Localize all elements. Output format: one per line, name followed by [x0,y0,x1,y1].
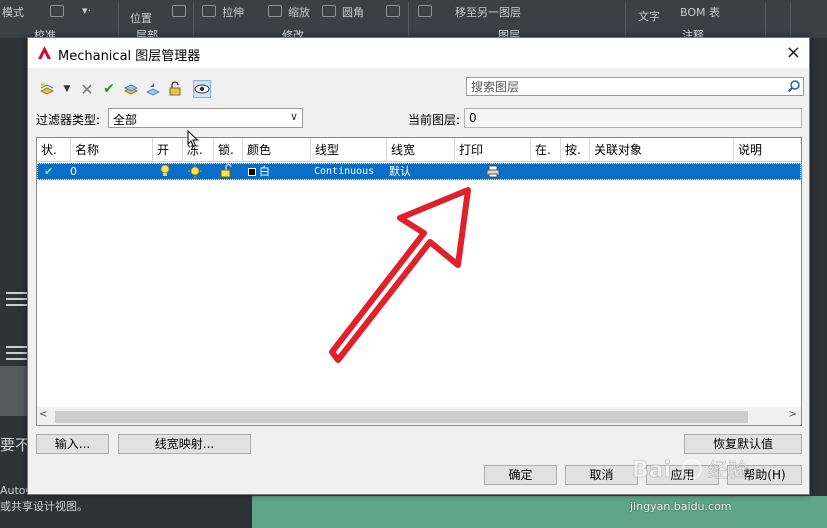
horizontal-scrollbar[interactable]: < > [37,407,801,425]
panel-text: 或共享设计视图。 [0,500,88,513]
layer-state-icon[interactable] [122,80,140,98]
ribbon-icon[interactable] [50,5,64,17]
table-header: 状. 名称 开 冻. 锁. 颜色 线型 线宽 打印 在. 按. 关联对象 说明 [37,138,801,162]
mouse-cursor-icon [187,130,199,148]
filter-type-dropdown[interactable]: 全部 ∨ [108,108,303,128]
ok-button[interactable]: 确定 [484,465,557,485]
drawing-area [252,496,827,528]
search-layers-field[interactable] [466,77,804,96]
filter-type-value: 全部 [113,113,138,127]
search-icon[interactable] [787,79,801,93]
scroll-left-icon[interactable]: < [39,409,47,420]
sun-thawed-icon[interactable] [188,164,202,179]
close-button[interactable]: × [786,42,801,63]
column-header-associated-objects[interactable]: 关联对象 [590,138,734,162]
baidu-watermark-icon: Bai 经验 [632,458,748,483]
ribbon-item-mode[interactable]: 模式 [2,4,24,20]
chevron-down-icon[interactable]: ▼ [58,80,76,98]
current-layer-value: 0 [469,111,477,125]
ribbon-item-scale[interactable]: 缩放 [288,4,310,20]
restore-defaults-button[interactable]: 恢复默认值 [684,434,802,454]
list-icon[interactable] [6,346,28,348]
cancel-button[interactable]: 取消 [565,465,638,485]
lock-layer-icon[interactable] [166,80,184,98]
unlocked-icon[interactable] [219,163,233,179]
delete-layer-icon[interactable]: ✕ [78,80,96,99]
layer-color-name[interactable]: 白 [259,164,270,179]
status-current-icon: ✔ [44,165,54,178]
column-header-name[interactable]: 名称 [71,138,153,162]
current-layer-field: 0 [464,108,802,128]
filter-type-label: 过滤器类型: [36,113,101,127]
ribbon-item-stretch[interactable]: 拉伸 [222,4,244,20]
svg-text:经验: 经验 [708,458,748,482]
import-button[interactable]: 输入... [36,434,109,454]
panel-text: 要不 [0,436,31,454]
lightbulb-on-icon[interactable] [160,164,170,179]
search-input[interactable] [467,78,777,95]
ribbon-item-position[interactable]: 位置 [130,10,152,26]
column-header-plot[interactable]: 打印 [455,138,531,162]
layer-manager-dialog: Mechanical 图层管理器 × ▼ ✕ ✔ 过滤器类型: 全部 ∨ 当前图… [27,37,810,495]
ribbon-item-fillet[interactable]: 圆角 [342,4,364,20]
column-header-lock[interactable]: 锁. [214,138,243,162]
panel-handle[interactable] [0,366,28,416]
column-header-lineweight[interactable]: 线宽 [387,138,455,162]
chevron-down-icon[interactable]: ∨ [290,110,298,123]
layer-table: 状. 名称 开 冻. 锁. 颜色 线型 线宽 打印 在. 按. 关联对象 说明 … [36,137,802,426]
layer-name[interactable]: 0 [70,164,77,179]
title-bar[interactable]: Mechanical 图层管理器 × [28,38,809,68]
column-header-description[interactable]: 说明 [734,138,801,162]
column-header-color[interactable]: 颜色 [243,138,311,162]
column-header-vp[interactable]: 在. [531,138,561,162]
svg-text:Bai: Bai [632,458,671,483]
ribbon-icon[interactable] [386,5,400,17]
layer-lineweight[interactable]: 默认 [389,164,411,179]
layer-linetype[interactable]: Continuous [314,164,374,179]
ribbon: 模式 ▾· 位置 拉伸 缩放 圆角 移至另一图层 文字 BOM 表 校准 层部 … [0,0,827,42]
color-swatch[interactable] [248,168,256,176]
stretch-icon[interactable] [202,5,216,17]
column-header-status[interactable]: 状. [37,138,71,162]
column-header-by[interactable]: 按. [561,138,590,162]
column-header-linetype[interactable]: 线型 [311,138,387,162]
lineweight-map-button[interactable]: 线宽映射... [118,434,251,454]
autocad-logo-icon [38,46,51,59]
scale-icon[interactable] [268,5,282,17]
new-layer-icon[interactable] [38,80,56,98]
fillet-icon[interactable] [322,5,336,17]
current-layer-label: 当前图层: [408,113,461,127]
dialog-title: Mechanical 图层管理器 [58,49,201,64]
ribbon-icon[interactable] [172,5,186,17]
ribbon-item-bom[interactable]: BOM 表 [680,4,720,20]
menu-icon[interactable] [6,292,28,294]
column-header-on[interactable]: 开 [153,138,183,162]
ribbon-item-move-layer[interactable]: 移至另一图层 [455,4,521,20]
scroll-right-icon[interactable]: > [789,409,797,420]
printer-icon[interactable] [486,164,500,179]
watermark-text: jingyan.baidu.com [630,500,732,513]
scrollbar-thumb[interactable] [55,411,748,423]
layer-previous-icon[interactable] [144,80,162,98]
ribbon-more-icon[interactable]: ▾· [82,4,91,17]
background-strip [810,38,827,496]
eye-icon[interactable] [193,80,211,98]
ribbon-item-text[interactable]: 文字 [638,8,660,24]
layer-icon[interactable] [418,5,432,17]
set-current-icon[interactable]: ✔ [100,80,118,98]
table-row[interactable]: ✔ 0 白 Continuous 默认 [37,163,801,180]
